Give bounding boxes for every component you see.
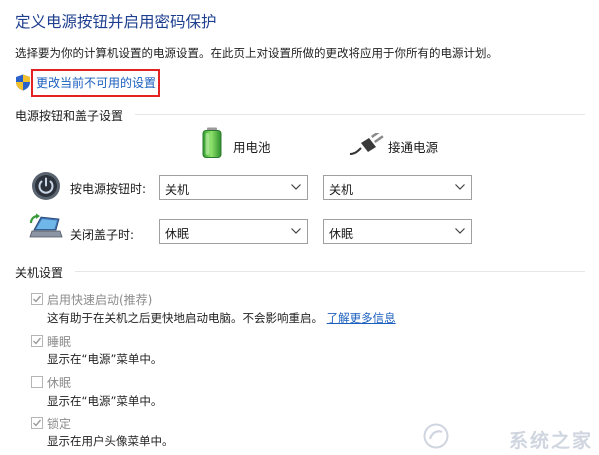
lock-checkbox[interactable]	[31, 417, 43, 429]
lid-close-plugged-value: 休眠	[329, 227, 354, 241]
fast-startup-desc-text: 这有助于在关机之后更快地启动电脑。不会影响重启。	[47, 311, 323, 325]
chevron-down-icon	[455, 184, 465, 190]
hibernate-label: 休眠	[47, 376, 72, 390]
checkmark-icon	[33, 419, 42, 427]
sleep-label: 睡眠	[47, 335, 72, 349]
power-button-label: 按电源按钮时:	[70, 182, 147, 196]
lid-close-plugged-select[interactable]: 休眠	[323, 219, 472, 244]
power-button-battery-select[interactable]: 关机	[159, 175, 308, 200]
lid-close-battery-value: 休眠	[165, 227, 190, 241]
shutdown-section-title: 关机设置	[15, 266, 64, 280]
watermark-text: 系统之家	[508, 430, 593, 452]
sleep-checkbox[interactable]	[31, 335, 43, 347]
power-button-icon	[32, 172, 60, 200]
power-section-divider	[135, 114, 585, 115]
fast-startup-label: 启用快速启动(推荐)	[47, 293, 153, 307]
checkmark-icon	[33, 295, 42, 303]
highlight-box	[31, 69, 160, 97]
checkmark-icon	[33, 337, 42, 345]
chevron-down-icon	[291, 184, 301, 190]
chevron-down-icon	[455, 228, 465, 234]
chevron-down-icon	[291, 228, 301, 234]
page-description: 选择要为你的计算机设置的电源设置。在此页上对设置所做的更改将应用于你所有的电源计…	[15, 46, 498, 60]
battery-icon	[202, 127, 222, 158]
watermark-logo-icon	[423, 423, 449, 449]
lock-label: 锁定	[47, 417, 72, 431]
lid-close-label: 关闭盖子时:	[70, 228, 135, 242]
hibernate-checkbox[interactable]	[31, 376, 43, 388]
uac-shield-icon	[16, 74, 30, 91]
fast-startup-checkbox[interactable]	[31, 293, 43, 305]
shutdown-section-divider	[75, 271, 585, 272]
lid-close-battery-select[interactable]: 休眠	[159, 219, 308, 244]
fast-startup-description: 这有助于在关机之后更快地启动电脑。不会影响重启。 了解更多信息	[47, 310, 396, 326]
hibernate-description: 显示在“电源”菜单中。	[47, 394, 163, 408]
page-title: 定义电源按钮并启用密码保护	[15, 13, 217, 31]
sleep-description: 显示在“电源”菜单中。	[47, 352, 163, 366]
battery-column-header: 用电池	[233, 140, 271, 155]
power-plug-icon	[349, 133, 384, 155]
power-button-plugged-select[interactable]: 关机	[323, 175, 472, 200]
plugged-column-header: 接通电源	[388, 140, 439, 155]
learn-more-link[interactable]: 了解更多信息	[327, 311, 396, 325]
lock-description: 显示在用户头像菜单中。	[47, 434, 174, 448]
power-button-plugged-value: 关机	[329, 183, 354, 197]
laptop-lid-icon	[29, 213, 63, 238]
power-button-battery-value: 关机	[165, 183, 190, 197]
power-section-title: 电源按钮和盖子设置	[15, 109, 124, 123]
